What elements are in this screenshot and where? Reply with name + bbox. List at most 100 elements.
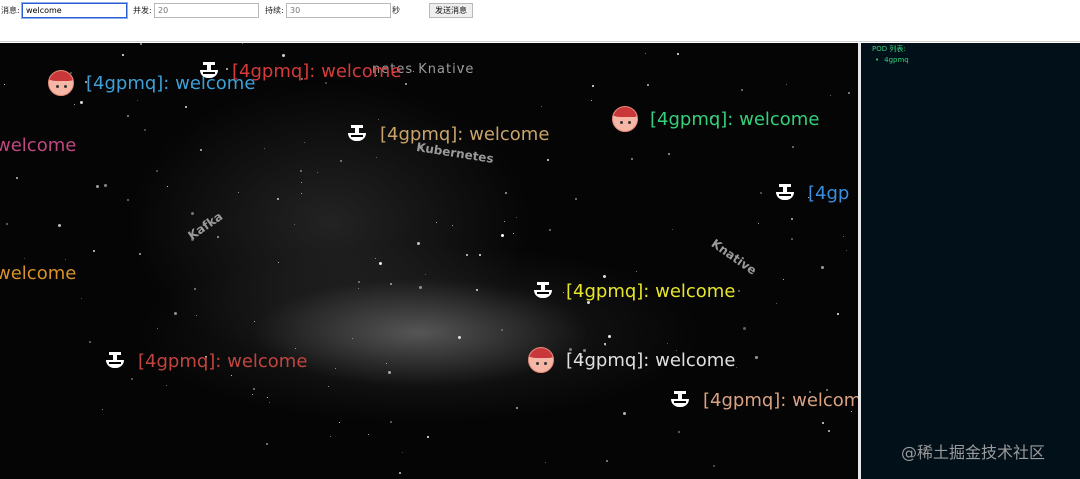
star-decoration [672, 229, 673, 230]
star-decoration [194, 288, 196, 290]
star-decoration [294, 224, 295, 225]
star-decoration [378, 119, 379, 120]
star-decoration [81, 298, 82, 299]
star-decoration [301, 193, 302, 194]
star-decoration [513, 233, 514, 234]
star-decoration [137, 100, 138, 101]
danmaku-message: [4gpmq]: welcome [346, 123, 549, 145]
star-decoration [713, 465, 715, 467]
star-decoration [791, 238, 793, 240]
star-decoration [591, 100, 592, 101]
star-decoration [776, 303, 777, 304]
star-decoration [277, 198, 279, 200]
danmaku-message: [4gp [774, 182, 849, 204]
star-decoration [501, 329, 503, 331]
star-decoration [140, 43, 142, 45]
concurrency-input[interactable] [154, 3, 259, 18]
star-decoration [191, 212, 194, 215]
message-input[interactable] [21, 2, 128, 19]
star-decoration [74, 104, 75, 105]
danmaku-message: [4gpmq]: welcome [532, 280, 735, 302]
star-decoration [196, 315, 197, 316]
star-decoration [139, 253, 141, 255]
danmaku-message: [4gpmq]: welcome [612, 106, 819, 132]
star-decoration [501, 234, 504, 237]
star-decoration [217, 236, 219, 238]
star-decoration [174, 312, 177, 315]
star-decoration [843, 236, 844, 237]
star-decoration [80, 101, 83, 104]
star-decoration [452, 225, 453, 226]
star-decoration [328, 386, 329, 387]
star-decoration [238, 192, 239, 193]
star-decoration [166, 385, 167, 386]
star-decoration [822, 422, 824, 424]
star-decoration [267, 397, 268, 398]
star-decoration [264, 148, 265, 149]
star-decoration [736, 367, 737, 368]
star-decoration [254, 321, 255, 322]
star-decoration [89, 341, 91, 343]
star-decoration [252, 394, 253, 395]
message-text: [4gpmq]: welcome [650, 108, 820, 130]
star-decoration [295, 348, 296, 349]
star-decoration [16, 177, 18, 179]
star-decoration [93, 250, 95, 252]
star-decoration [144, 129, 146, 131]
star-decoration [6, 223, 8, 225]
star-decoration [104, 184, 107, 187]
message-text: welcome [0, 263, 77, 284]
message-text: welcome [0, 135, 77, 156]
avatar-icon [48, 70, 74, 96]
star-decoration [476, 289, 478, 291]
star-decoration [368, 434, 369, 435]
danmaku-message: welcome [0, 135, 76, 156]
danmaku-message: [4gpmq]: welcome [528, 347, 735, 373]
danmaku-stage: netes Knative Kubernetes Kafka Knative [… [0, 43, 858, 479]
star-decoration [330, 436, 331, 437]
star-decoration [242, 43, 243, 44]
star-decoration [516, 217, 517, 218]
pod-sidebar: POD 列表: 4gpmq @稀土掘金技术社区 [861, 43, 1080, 479]
star-decoration [741, 89, 743, 91]
control-bar: 消息: 并发: 持续: 秒 发送消息 [0, 0, 1080, 42]
star-decoration [266, 443, 268, 445]
star-decoration [821, 266, 824, 269]
star-decoration [200, 149, 202, 151]
star-decoration [379, 262, 382, 265]
star-decoration [399, 472, 401, 474]
message-text: [4gpmq]: welcome [566, 349, 736, 371]
star-decoration [738, 290, 740, 292]
star-decoration [301, 182, 302, 183]
danmaku-message: [4gpmq]: welcom [669, 389, 858, 411]
star-decoration [846, 250, 847, 251]
star-decoration [678, 431, 680, 433]
star-decoration [96, 185, 99, 188]
star-decoration [603, 275, 606, 278]
star-decoration [786, 84, 787, 85]
star-decoration [65, 259, 66, 260]
duration-input[interactable] [286, 3, 391, 18]
boat-icon [774, 182, 796, 204]
star-decoration [231, 375, 232, 376]
message-text: [4gpmq]: welcome [138, 350, 308, 372]
star-decoration [466, 254, 468, 256]
message-text: [4gpmq]: welcome [566, 280, 736, 302]
send-message-button[interactable]: 发送消息 [429, 3, 473, 18]
star-decoration [427, 436, 429, 438]
bg-label-knative: Knative [708, 236, 760, 278]
star-decoration [830, 95, 831, 96]
concurrency-label: 并发: [133, 6, 152, 15]
star-decoration [375, 258, 376, 259]
star-decoration [167, 186, 168, 187]
message-text: [4gpmq]: welcome [232, 60, 402, 82]
star-decoration [300, 170, 302, 172]
star-decoration [102, 409, 103, 410]
star-decoration [851, 411, 852, 412]
star-decoration [667, 343, 668, 344]
star-decoration [608, 335, 611, 338]
star-decoration [647, 84, 649, 86]
pod-list-title: POD 列表: [872, 45, 906, 53]
star-decoration [185, 106, 187, 108]
pod-list-item: 4gpmq [875, 56, 909, 64]
